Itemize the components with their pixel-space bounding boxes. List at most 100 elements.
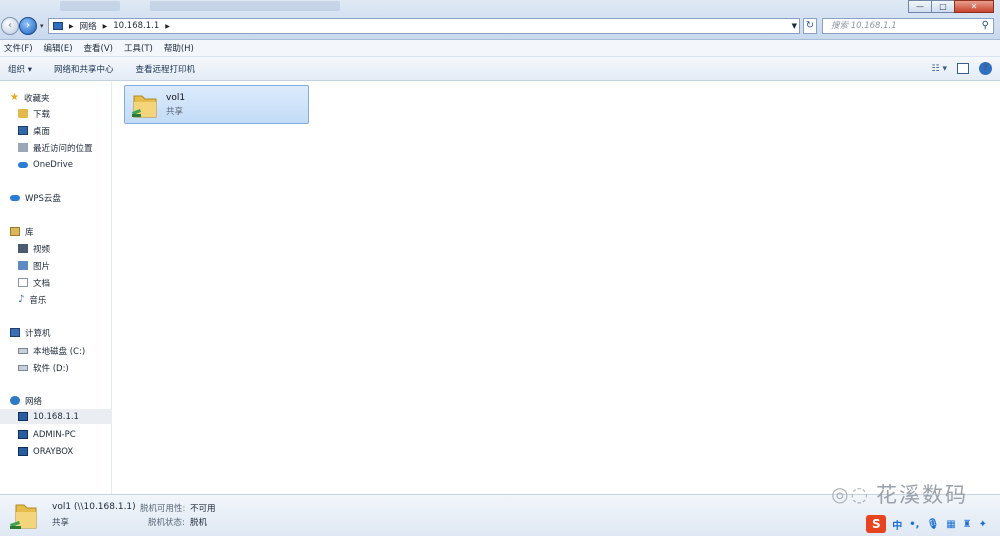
shared-folder-icon (10, 504, 37, 529)
refresh-button[interactable]: ↻ (803, 18, 817, 34)
remote-printers-button[interactable]: 查看远程打印机 (135, 63, 195, 75)
back-arrow-icon: ‹ (7, 20, 13, 31)
network-computer-icon (18, 447, 28, 456)
system-drive-icon (18, 347, 28, 354)
sidebar-item-computer[interactable]: 计算机 (0, 325, 112, 340)
ime-language-toggle[interactable]: 中 (892, 517, 902, 532)
view-controls: ☷ ▾ ? (922, 62, 992, 75)
sidebar-item-oraybox[interactable]: ORAYBOX (0, 444, 112, 459)
sidebar-item-wps[interactable]: WPS云盘 (0, 190, 112, 205)
details-type: 共享 (52, 518, 70, 528)
sidebar-item-label: ADMIN-PC (33, 429, 76, 440)
history-dropdown[interactable]: ▾ (40, 22, 44, 30)
share-item-vol1[interactable]: vol1 共享 (124, 85, 309, 124)
minimize-button[interactable]: — (908, 0, 932, 13)
sidebar-item-label: 文档 (33, 278, 51, 289)
maximize-button[interactable]: □ (931, 0, 955, 13)
change-view-icon[interactable]: ☷ ▾ (932, 64, 947, 74)
sidebar-item-host-10-168-1-1[interactable]: 10.168.1.1 (0, 409, 112, 424)
preview-pane-icon[interactable] (957, 63, 969, 74)
sidebar-item-label: OneDrive (33, 159, 73, 170)
offline-status-value: 脱机 (190, 518, 208, 528)
menu-view[interactable]: 查看(V) (84, 42, 113, 54)
library-icon (10, 227, 20, 236)
sidebar-item-label: 图片 (33, 261, 51, 272)
sidebar-item-label: 桌面 (33, 126, 51, 137)
sidebar-item-label: ORAYBOX (33, 446, 74, 457)
share-type: 共享 (166, 107, 184, 117)
sidebar-item-drive-c[interactable]: 本地磁盘 (C:) (0, 343, 112, 358)
back-button[interactable]: ‹ (1, 17, 19, 35)
downloads-folder-icon (18, 109, 28, 118)
ime-toolbar: S 中 •, 🎙 ▦ ♜ ✦ (866, 515, 994, 533)
sidebar-item-label: 本地磁盘 (C:) (33, 346, 86, 357)
file-list: vol1 共享 (113, 82, 1000, 494)
network-computer-icon (18, 412, 28, 421)
desktop-icon (18, 126, 28, 135)
sidebar-item-recent[interactable]: 最近访问的位置 (0, 140, 112, 155)
wps-cloud-icon (10, 194, 20, 201)
menu-tools[interactable]: 工具(T) (124, 42, 153, 54)
sidebar-item-drive-d[interactable]: 软件 (D:) (0, 360, 112, 375)
offline-availability-value: 不可用 (190, 504, 216, 514)
forward-arrow-icon: › (25, 20, 31, 31)
breadcrumb-chevron-icon[interactable]: ▶ (103, 23, 108, 30)
watermark-text: 花溪数码 (876, 483, 968, 507)
sidebar-item-downloads[interactable]: 下载 (0, 106, 112, 121)
keyboard-icon[interactable]: ▦ (946, 519, 955, 530)
sidebar-item-label: WPS云盘 (25, 193, 61, 204)
sidebar-item-documents[interactable]: 文档 (0, 275, 112, 290)
microphone-icon[interactable]: 🎙 (926, 519, 939, 530)
toolbox-icon[interactable]: ✦ (979, 519, 987, 530)
offline-status-label: 脱机状态: (148, 518, 185, 528)
background-tabs (60, 0, 360, 12)
sidebar-item-libraries[interactable]: 库 (0, 224, 112, 239)
address-bar[interactable]: ▶ 网络 ▶ 10.168.1.1 ▶ ▼ (48, 18, 800, 34)
sidebar-item-label: 网络 (25, 396, 43, 407)
menu-file[interactable]: 文件(F) (4, 42, 33, 54)
address-dropdown[interactable]: ▼ (792, 22, 797, 30)
sidebar-item-pictures[interactable]: 图片 (0, 258, 112, 273)
navigation-pane: ★ 收藏夹 下载 桌面 最近访问的位置 OneDrive WPS云盘 库 视频 … (0, 82, 112, 494)
sidebar-item-videos[interactable]: 视频 (0, 241, 112, 256)
recent-places-icon (18, 143, 28, 152)
sogou-ime-logo[interactable]: S (866, 515, 887, 533)
organize-button[interactable]: 组织 ▾ (8, 63, 32, 75)
wechat-logo-icon: ◎◌ (831, 482, 870, 506)
breadcrumb-chevron-icon[interactable]: ▶ (69, 23, 74, 30)
search-placeholder: 搜索 10.168.1.1 (831, 21, 897, 31)
star-icon: ★ (10, 92, 19, 103)
search-icon[interactable]: ⚲ (982, 19, 989, 33)
sidebar-item-label: 软件 (D:) (33, 363, 69, 374)
sidebar-item-label: 下载 (33, 109, 51, 120)
video-library-icon (18, 244, 28, 253)
menu-help[interactable]: 帮助(H) (164, 42, 194, 54)
network-center-button[interactable]: 网络和共享中心 (54, 63, 114, 75)
offline-availability-label: 脱机可用性: (140, 504, 186, 514)
sidebar-item-label: 计算机 (25, 328, 51, 339)
breadcrumb-network[interactable]: 网络 (80, 20, 97, 32)
watermark: ◎◌ 花溪数码 (831, 479, 968, 509)
network-icon (53, 22, 63, 30)
sidebar-item-desktop[interactable]: 桌面 (0, 123, 112, 138)
sidebar-item-admin-pc[interactable]: ADMIN-PC (0, 427, 112, 442)
menu-edit[interactable]: 编辑(E) (44, 42, 73, 54)
search-input[interactable]: 搜索 10.168.1.1 ⚲ (822, 18, 994, 34)
shared-folder-icon (132, 95, 157, 118)
sidebar-item-label: 音乐 (29, 295, 47, 306)
help-icon[interactable]: ? (979, 62, 992, 75)
breadcrumb-host[interactable]: 10.168.1.1 (113, 21, 159, 31)
forward-button[interactable]: › (19, 17, 37, 35)
skin-icon[interactable]: ♜ (963, 519, 972, 530)
breadcrumb-chevron-icon[interactable]: ▶ (165, 23, 170, 30)
sidebar-item-music[interactable]: ♪ 音乐 (0, 292, 112, 307)
sidebar-item-label: 最近访问的位置 (33, 143, 93, 154)
close-button[interactable]: ✕ (954, 0, 994, 13)
sidebar-item-network[interactable]: 网络 (0, 393, 112, 408)
sidebar-item-onedrive[interactable]: OneDrive (0, 157, 112, 172)
sidebar-item-favorites[interactable]: ★ 收藏夹 (0, 90, 112, 105)
menu-bar: 文件(F) 编辑(E) 查看(V) 工具(T) 帮助(H) (0, 40, 1000, 57)
title-bar: — □ ✕ ‹ › ▾ ▶ 网络 ▶ 10.168.1.1 ▶ ▼ ↻ 搜索 1… (0, 0, 1000, 40)
sidebar-item-label: 库 (25, 227, 34, 238)
punctuation-icon[interactable]: •, (909, 519, 919, 530)
